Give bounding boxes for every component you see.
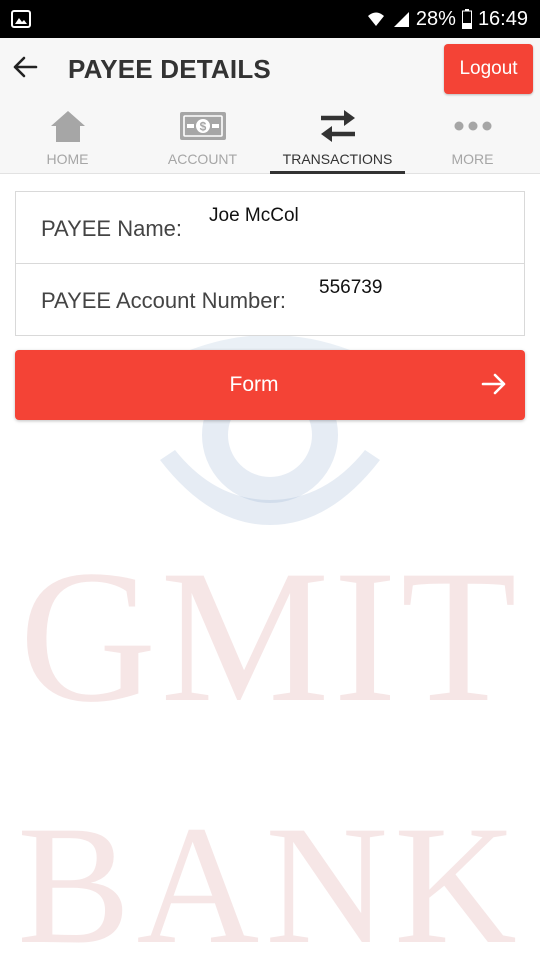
wifi-icon <box>366 10 386 28</box>
more-dots-icon <box>453 100 493 146</box>
tab-account-label: ACCOUNT <box>167 151 238 167</box>
status-right-group: 28% 16:49 <box>366 0 528 38</box>
home-icon <box>49 100 87 146</box>
form-button-label: Form <box>229 373 279 396</box>
status-bar: 28% 16:49 <box>0 0 540 38</box>
tab-more[interactable]: MORE <box>405 100 540 174</box>
tab-home-label: HOME <box>46 151 89 167</box>
cash-icon: $ <box>179 100 227 146</box>
tab-home[interactable]: HOME <box>0 100 135 174</box>
page-title: PAYEE DETAILS <box>68 54 271 84</box>
tab-transactions-label: TRANSACTIONS <box>282 151 393 167</box>
svg-text:$: $ <box>199 120 206 134</box>
payee-name-label: PAYEE Name: <box>41 216 183 241</box>
watermark-bank-text: BANK <box>17 791 523 960</box>
signal-icon <box>392 10 410 28</box>
payee-name-value: Joe McCol <box>209 205 299 226</box>
battery-percent: 28% <box>415 7 456 30</box>
payee-details-card: PAYEE Name: Joe McCol PAYEE Account Numb… <box>15 191 525 336</box>
image-notification-icon <box>11 10 31 33</box>
form-button[interactable]: Form <box>15 350 525 420</box>
watermark-gmit-text: GMIT <box>19 532 521 742</box>
transfer-arrows-icon <box>319 100 357 146</box>
tab-transactions[interactable]: TRANSACTIONS <box>270 100 405 174</box>
payee-account-label: PAYEE Account Number: <box>41 288 286 313</box>
back-button[interactable] <box>6 50 44 88</box>
bank-watermark: GMIT BANK <box>0 330 540 960</box>
logout-button[interactable]: Logout <box>444 44 533 94</box>
tab-account[interactable]: $ ACCOUNT <box>135 100 270 174</box>
tab-more-label: MORE <box>451 151 494 167</box>
battery-icon <box>461 9 472 29</box>
payee-account-row: PAYEE Account Number: 556739 <box>16 264 524 336</box>
payee-account-value: 556739 <box>319 277 383 298</box>
payee-name-row: PAYEE Name: Joe McCol <box>16 192 524 264</box>
clock: 16:49 <box>477 7 528 30</box>
arrow-right-icon <box>481 372 507 401</box>
app-header: PAYEE DETAILS Logout <box>0 38 540 100</box>
tab-bar: HOME $ ACCOUNT TRANSACTIONS MORE <box>0 100 540 174</box>
back-arrow-icon <box>12 56 38 83</box>
